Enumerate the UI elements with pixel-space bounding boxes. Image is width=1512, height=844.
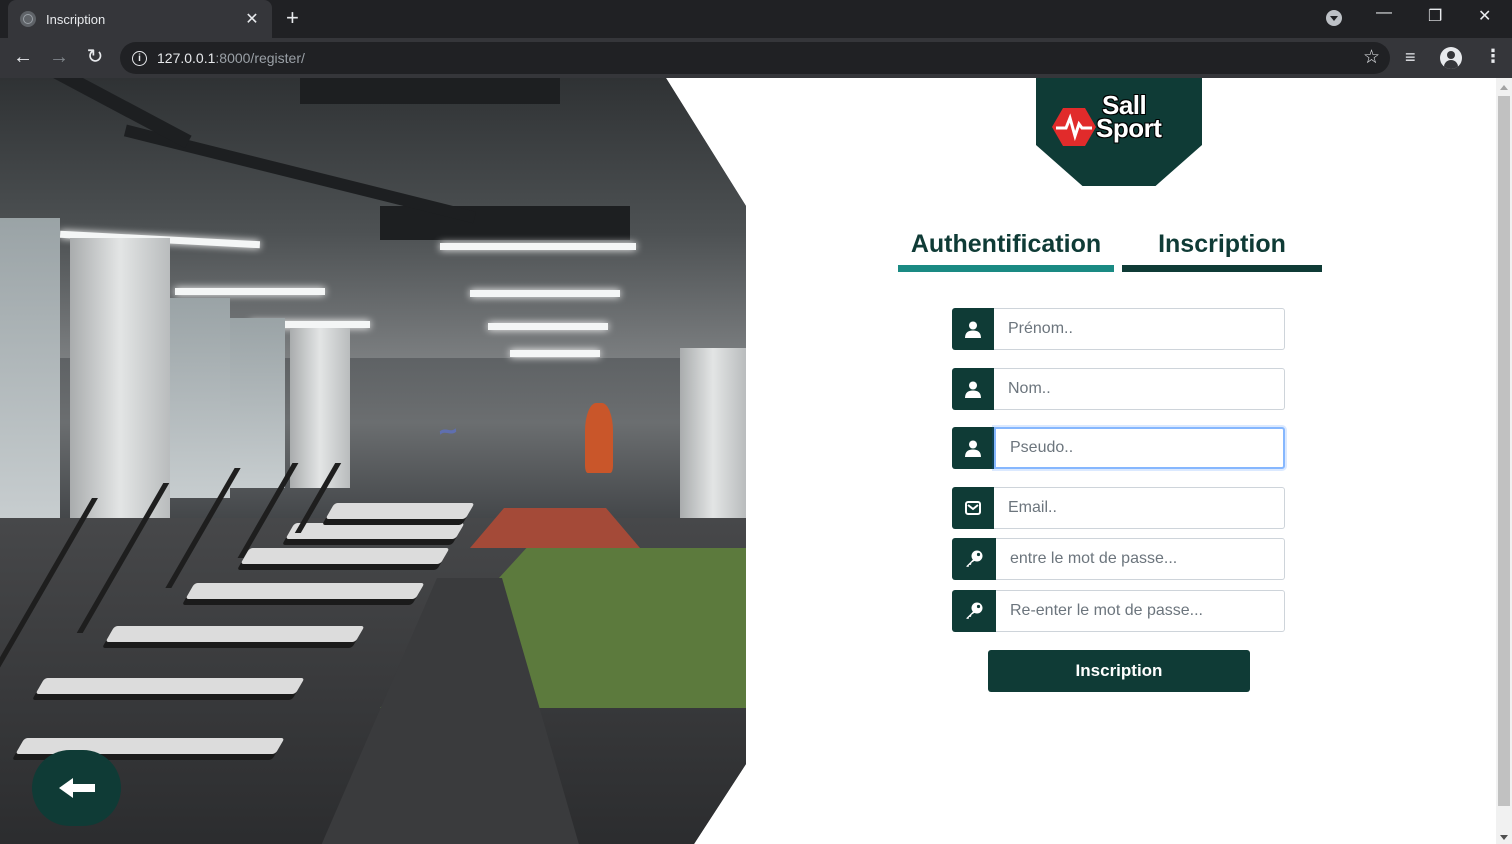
email-field-group [952,487,1285,529]
password-confirm-input[interactable] [996,590,1285,632]
browser-tab-strip: Inscription ✕ + — ❐ ✕ [0,0,1512,38]
forward-nav-icon[interactable]: → [48,46,70,68]
bookmark-star-icon[interactable]: ☆ [1363,46,1380,69]
more-menu-icon[interactable]: ⋮ [1484,46,1502,67]
scroll-up-icon[interactable] [1500,85,1508,90]
reload-icon[interactable]: ↻ [84,46,106,68]
prenom-field-group [952,308,1285,350]
page-viewport: ~ Sall Sport Authentification Inscriptio… [0,78,1496,844]
browser-toolbar: ← → ↻ i 127.0.0.1:8000/register/ ☆ ≡ ⋮ [0,38,1512,78]
inscription-submit-button[interactable]: Inscription [988,650,1250,692]
close-window-button[interactable]: ✕ [1478,6,1491,26]
profile-icon[interactable] [1440,47,1462,69]
user-icon [952,308,994,350]
page-scrollbar[interactable] [1496,78,1512,844]
tab-inscription[interactable]: Inscription [1122,230,1322,272]
browser-tab[interactable]: Inscription ✕ [8,0,272,38]
site-info-icon[interactable]: i [132,50,147,66]
tab-authentification[interactable]: Authentification [898,230,1114,272]
address-bar[interactable]: i 127.0.0.1:8000/register/ ☆ [120,42,1390,74]
globe-icon [20,11,36,27]
reading-list-icon[interactable]: ≡ [1405,46,1416,68]
tab-close-icon[interactable]: ✕ [244,9,260,29]
back-button[interactable] [32,750,121,826]
nom-input[interactable] [994,368,1285,410]
tab-title: Inscription [46,11,106,27]
user-icon [952,368,994,410]
arrow-left-icon [58,778,95,798]
url-path: :8000/register/ [215,50,305,66]
email-input[interactable] [994,487,1285,529]
url-host: 127.0.0.1 [157,50,216,66]
heartbeat-icon [1052,108,1096,146]
scroll-thumb[interactable] [1498,96,1510,806]
gym-photo: ~ [0,78,746,844]
password-input[interactable] [996,538,1285,580]
envelope-icon [952,487,994,529]
logo-wordmark: Sall Sport [1096,90,1162,143]
nom-field-group [952,368,1285,410]
back-nav-icon[interactable]: ← [12,46,34,68]
tab-search-icon[interactable] [1326,10,1342,26]
tab-underline [898,265,1114,272]
key-icon [952,590,996,632]
wall-mural: ~ [435,412,460,451]
sallsport-logo: Sall Sport [1036,78,1202,186]
pseudo-input[interactable] [994,427,1285,469]
restore-button[interactable]: ❐ [1428,6,1442,26]
user-icon [952,427,994,469]
tab-underline [1122,265,1322,272]
scroll-down-icon[interactable] [1500,835,1508,840]
new-tab-button[interactable]: + [286,7,299,29]
key-icon [952,538,996,580]
minimize-button[interactable]: — [1376,4,1392,22]
pseudo-field-group [952,427,1285,469]
password-field-group [952,538,1285,580]
password-confirm-field-group [952,590,1285,632]
prenom-input[interactable] [994,308,1285,350]
